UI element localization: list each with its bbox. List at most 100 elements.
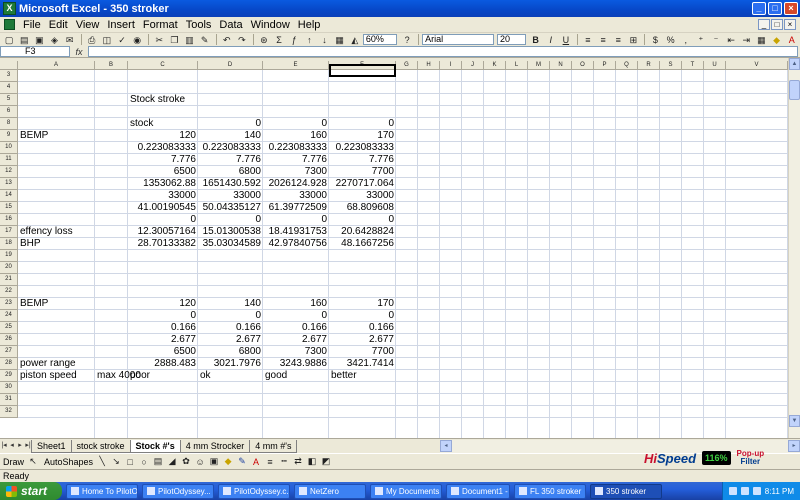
function-icon[interactable]: ƒ [287, 34, 301, 46]
font-color-icon[interactable]: A [785, 34, 799, 46]
rectangle-icon[interactable]: □ [124, 456, 136, 468]
cell-e10[interactable]: 0.223083333 [263, 142, 329, 154]
align-right-icon[interactable]: ≡ [611, 34, 625, 46]
row-header-26[interactable]: 26 [0, 334, 18, 346]
menu-window[interactable]: Window [247, 18, 294, 32]
cell-d18[interactable]: 35.03034589 [198, 238, 263, 250]
line-color-icon[interactable]: ✎ [236, 456, 248, 468]
italic-icon[interactable]: I [544, 34, 558, 46]
select-all-corner[interactable] [0, 61, 18, 70]
line-icon[interactable]: ╲ [96, 456, 108, 468]
taskbar-item[interactable]: PilotOdyssey... [142, 483, 214, 499]
cell-d9[interactable]: 140 [198, 130, 263, 142]
row-header-25[interactable]: 25 [0, 322, 18, 334]
cell-c17[interactable]: 12.30057164 [128, 226, 198, 238]
menu-view[interactable]: View [72, 18, 104, 32]
row-header-22[interactable]: 22 [0, 286, 18, 298]
column-header-v[interactable]: V [726, 61, 788, 70]
fill-color-icon[interactable]: ◆ [769, 34, 783, 46]
drawing-icon[interactable]: ◭ [348, 34, 362, 46]
menu-format[interactable]: Format [139, 18, 182, 32]
row-header-18[interactable]: 18 [0, 238, 18, 250]
column-header-d[interactable]: D [198, 61, 263, 70]
row-header-13[interactable]: 13 [0, 178, 18, 190]
cut-icon[interactable]: ✂ [152, 34, 166, 46]
excel-app-icon[interactable]: X [3, 2, 16, 15]
cell-e12[interactable]: 7300 [263, 166, 329, 178]
menu-edit[interactable]: Edit [45, 18, 72, 32]
workbook-close-button[interactable]: × [784, 19, 796, 30]
cell-d10[interactable]: 0.223083333 [198, 142, 263, 154]
autoshapes-menu-button[interactable]: AutoShapes [41, 455, 96, 469]
row-header-24[interactable]: 24 [0, 310, 18, 322]
cell-d12[interactable]: 6800 [198, 166, 263, 178]
cell-c16[interactable]: 0 [128, 214, 198, 226]
row-header-3[interactable]: 3 [0, 70, 18, 82]
cell-f13[interactable]: 2270717.064 [329, 178, 396, 190]
clipart-icon[interactable]: ☺ [194, 456, 206, 468]
cell-d25[interactable]: 0.166 [198, 322, 263, 334]
dash-style-icon[interactable]: ┅ [278, 456, 290, 468]
3d-icon[interactable]: ◩ [320, 456, 332, 468]
row-header-8[interactable]: 8 [0, 118, 18, 130]
security-icon[interactable] [752, 487, 761, 495]
chart-wizard-icon[interactable]: ▦ [333, 34, 347, 46]
formula-input[interactable] [88, 46, 798, 57]
cell-e9[interactable]: 160 [263, 130, 329, 142]
merge-center-icon[interactable]: ⊞ [626, 34, 640, 46]
new-icon[interactable]: ▢ [2, 34, 16, 46]
taskbar-item[interactable]: FL 350 stroker [514, 483, 586, 499]
decrease-indent-icon[interactable]: ⇤ [724, 34, 738, 46]
taskbar-item[interactable]: Document1 - ... [446, 483, 510, 499]
wordart-icon[interactable]: ◢ [166, 456, 178, 468]
column-header-t[interactable]: T [682, 61, 704, 70]
column-header-o[interactable]: O [572, 61, 594, 70]
workbook-icon[interactable] [4, 19, 15, 30]
taskbar-item[interactable]: My Documents [370, 483, 442, 499]
row-header-4[interactable]: 4 [0, 82, 18, 94]
format-painter-icon[interactable]: ✎ [198, 34, 212, 46]
cell-c15[interactable]: 41.00190545 [128, 202, 198, 214]
scroll-up-button[interactable]: ▲ [789, 58, 800, 70]
cell-f14[interactable]: 33000 [329, 190, 396, 202]
maximize-button[interactable]: □ [768, 2, 782, 15]
name-box[interactable]: F3 [0, 46, 70, 57]
column-header-l[interactable]: L [506, 61, 528, 70]
cell-f12[interactable]: 7700 [329, 166, 396, 178]
spelling-icon[interactable]: ✓ [115, 34, 129, 46]
network-icon[interactable] [728, 487, 737, 495]
cell-e26[interactable]: 2.677 [263, 334, 329, 346]
cell-d17[interactable]: 15.01300538 [198, 226, 263, 238]
cell-d16[interactable]: 0 [198, 214, 263, 226]
increase-decimal-icon[interactable]: ⁺ [694, 34, 708, 46]
draw-font-color-icon[interactable]: A [250, 456, 262, 468]
cell-e8[interactable]: 0 [263, 118, 329, 130]
redo-icon[interactable]: ↷ [235, 34, 249, 46]
scroll-down-button[interactable]: ▼ [789, 415, 800, 427]
tab-4mm-numbers[interactable]: 4 mm #'s [249, 439, 298, 453]
row-header-11[interactable]: 11 [0, 154, 18, 166]
line-style-icon[interactable]: ≡ [264, 456, 276, 468]
zoom-select[interactable]: 60% [362, 34, 398, 45]
cell-e27[interactable]: 7300 [263, 346, 329, 358]
cell-f16[interactable]: 0 [329, 214, 396, 226]
copy-icon[interactable]: ❐ [167, 34, 181, 46]
column-header-k[interactable]: K [484, 61, 506, 70]
align-left-icon[interactable]: ≡ [581, 34, 595, 46]
tab-sheet1[interactable]: Sheet1 [31, 439, 72, 453]
active-cell-selection[interactable] [329, 64, 396, 77]
oval-icon[interactable]: ○ [138, 456, 150, 468]
row-header-10[interactable]: 10 [0, 142, 18, 154]
align-center-icon[interactable]: ≡ [596, 34, 610, 46]
print-preview-icon[interactable]: ◫ [100, 34, 114, 46]
cell-c23[interactable]: 120 [128, 298, 198, 310]
row-header-17[interactable]: 17 [0, 226, 18, 238]
autosum-icon[interactable]: Σ [272, 34, 286, 46]
sort-descending-icon[interactable]: ↓ [317, 34, 331, 46]
cell-a9[interactable]: BEMP [18, 130, 108, 142]
first-sheet-icon[interactable]: |◂ [0, 440, 8, 452]
column-header-b[interactable]: B [95, 61, 128, 70]
email-icon[interactable]: ✉ [63, 34, 77, 46]
cell-e23[interactable]: 160 [263, 298, 329, 310]
row-header-15[interactable]: 15 [0, 202, 18, 214]
